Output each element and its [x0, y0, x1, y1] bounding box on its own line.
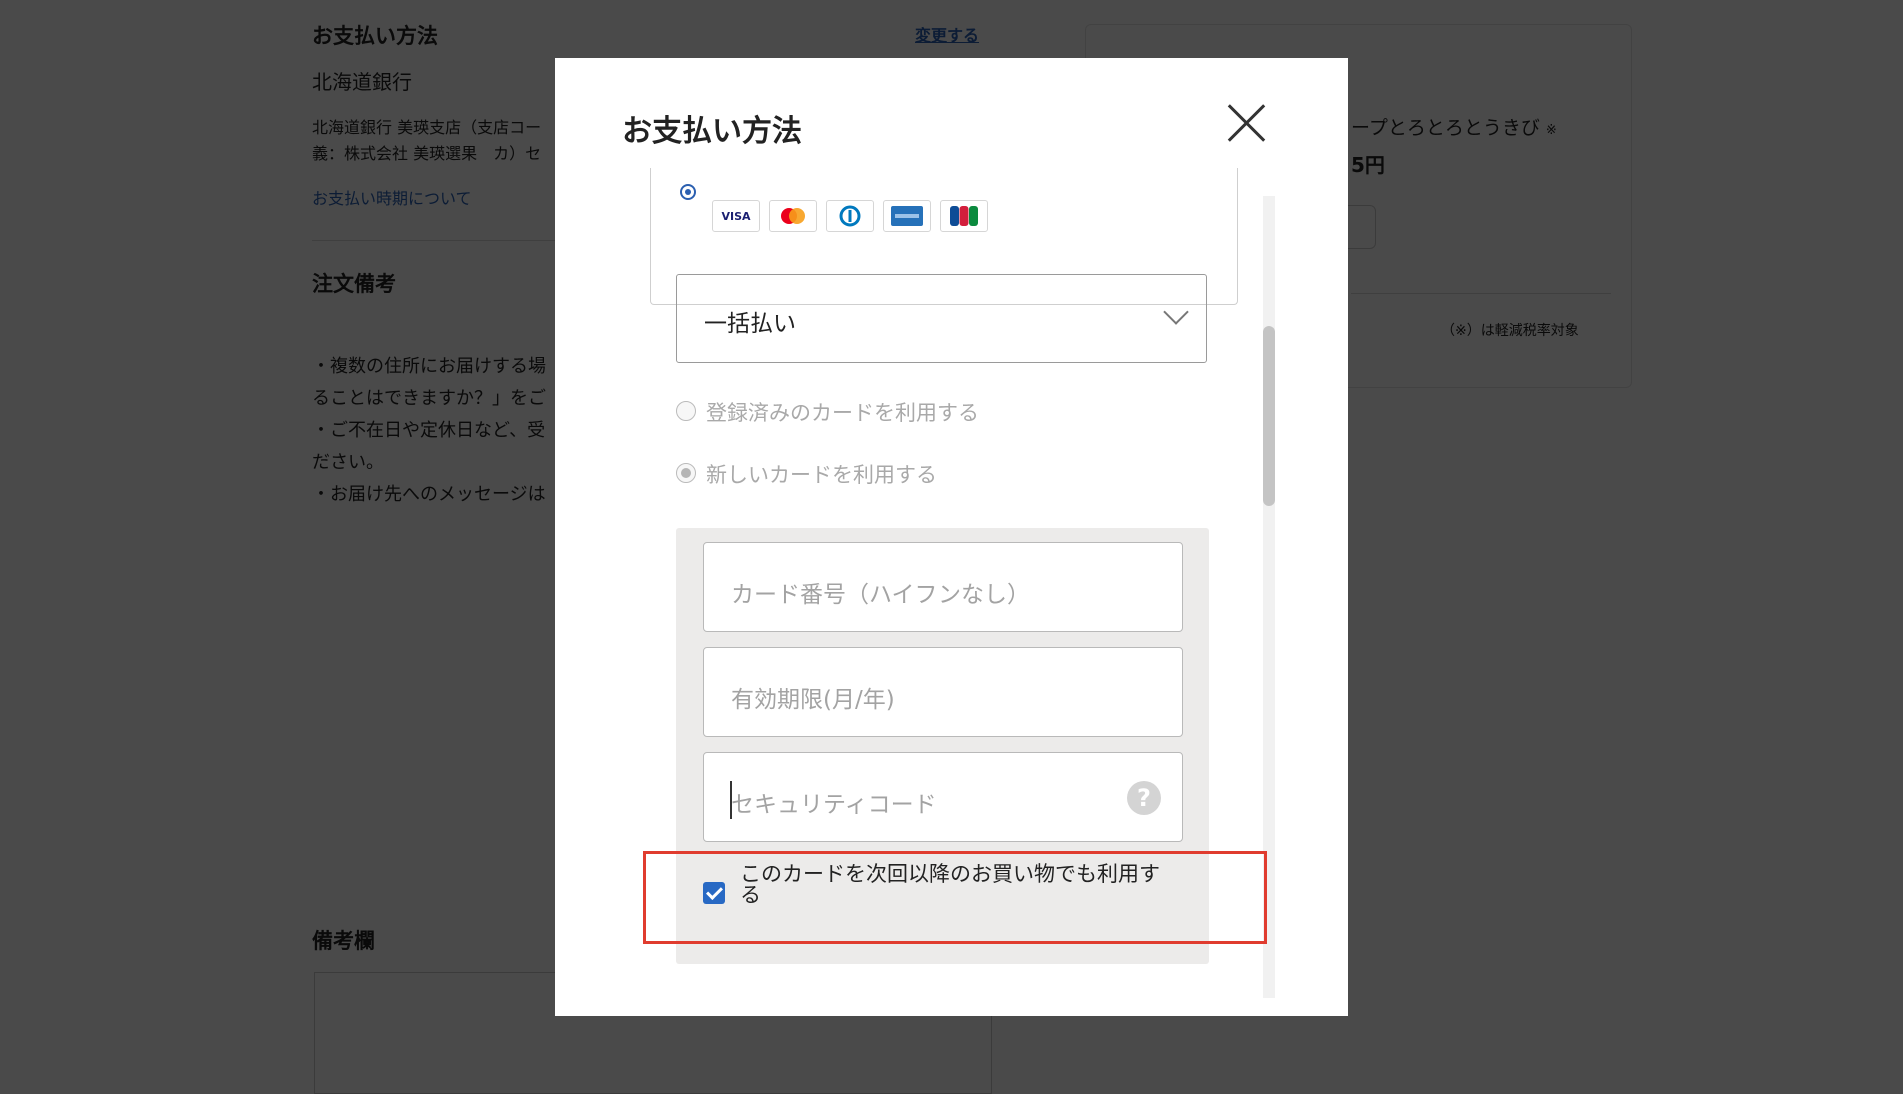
new-card-radio[interactable] [676, 463, 696, 483]
security-code-input[interactable]: セキュリティコード ? [703, 752, 1183, 842]
expiry-placeholder: 有効期限(月/年) [731, 687, 895, 713]
installment-select[interactable]: 一括払い [676, 274, 1207, 363]
new-card-option[interactable]: 新しいカードを利用する [676, 459, 976, 489]
help-icon[interactable]: ? [1127, 781, 1161, 815]
modal-title: お支払い方法 [622, 114, 802, 149]
notes-text: ださい。 [312, 452, 384, 473]
bank-name: 北海道銀行 [312, 70, 412, 94]
tax-note: （※）は軽減税率対象 [1441, 323, 1579, 339]
card-number-input[interactable]: カード番号（ハイフンなし） [703, 542, 1183, 632]
notes-text: ・お届け先へのメッセージは [312, 484, 546, 505]
divider [1351, 293, 1611, 294]
mastercard-icon [769, 200, 817, 232]
jcb-icon [940, 200, 988, 232]
bank-detail: 義：株式会社 美瑛選果 カ）セ [312, 144, 542, 163]
diners-club-icon [826, 200, 874, 232]
bank-detail: 北海道銀行 美瑛支店（支店コー [312, 118, 542, 137]
remarks-heading: 備考欄 [312, 929, 375, 953]
payment-heading: お支払い方法 [312, 24, 438, 48]
new-card-label: 新しいカードを利用する [706, 463, 937, 487]
security-code-placeholder: セキュリティコード [731, 792, 937, 818]
close-icon[interactable] [1225, 102, 1267, 144]
notes-text: ・ご不在日や定休日など、受 [312, 420, 546, 441]
product-name: ープとろとろとうきび ※ [1351, 117, 1557, 139]
installment-value: 一括払い [704, 311, 796, 337]
scrollbar-thumb[interactable] [1263, 326, 1275, 506]
card-number-placeholder: カード番号（ハイフンなし） [731, 582, 1030, 608]
highlight-box [643, 851, 1267, 944]
change-payment-link[interactable]: 変更する [915, 22, 979, 46]
amex-icon [883, 200, 931, 232]
notes-text: ることはできますか？」をご [312, 388, 546, 409]
saved-card-option[interactable]: 登録済みのカードを利用する [676, 397, 996, 427]
notes-text: ・複数の住所にお届けする場 [312, 356, 546, 377]
payment-timing-link[interactable]: お支払い時期について [312, 185, 472, 209]
expiry-input[interactable]: 有効期限(月/年) [703, 647, 1183, 737]
product-price: 5円 [1351, 153, 1385, 177]
saved-card-radio[interactable] [676, 401, 696, 421]
visa-icon: VISA [712, 200, 760, 232]
saved-card-label: 登録済みのカードを利用する [706, 401, 979, 425]
credit-card-method-radio[interactable] [680, 184, 696, 200]
payment-method-modal: お支払い方法 VISA 一括払い 登録済みのカードを利用する 新しいカードを利用… [555, 58, 1348, 1016]
notes-heading: 注文備考 [312, 272, 396, 296]
chevron-down-icon [1163, 299, 1189, 325]
